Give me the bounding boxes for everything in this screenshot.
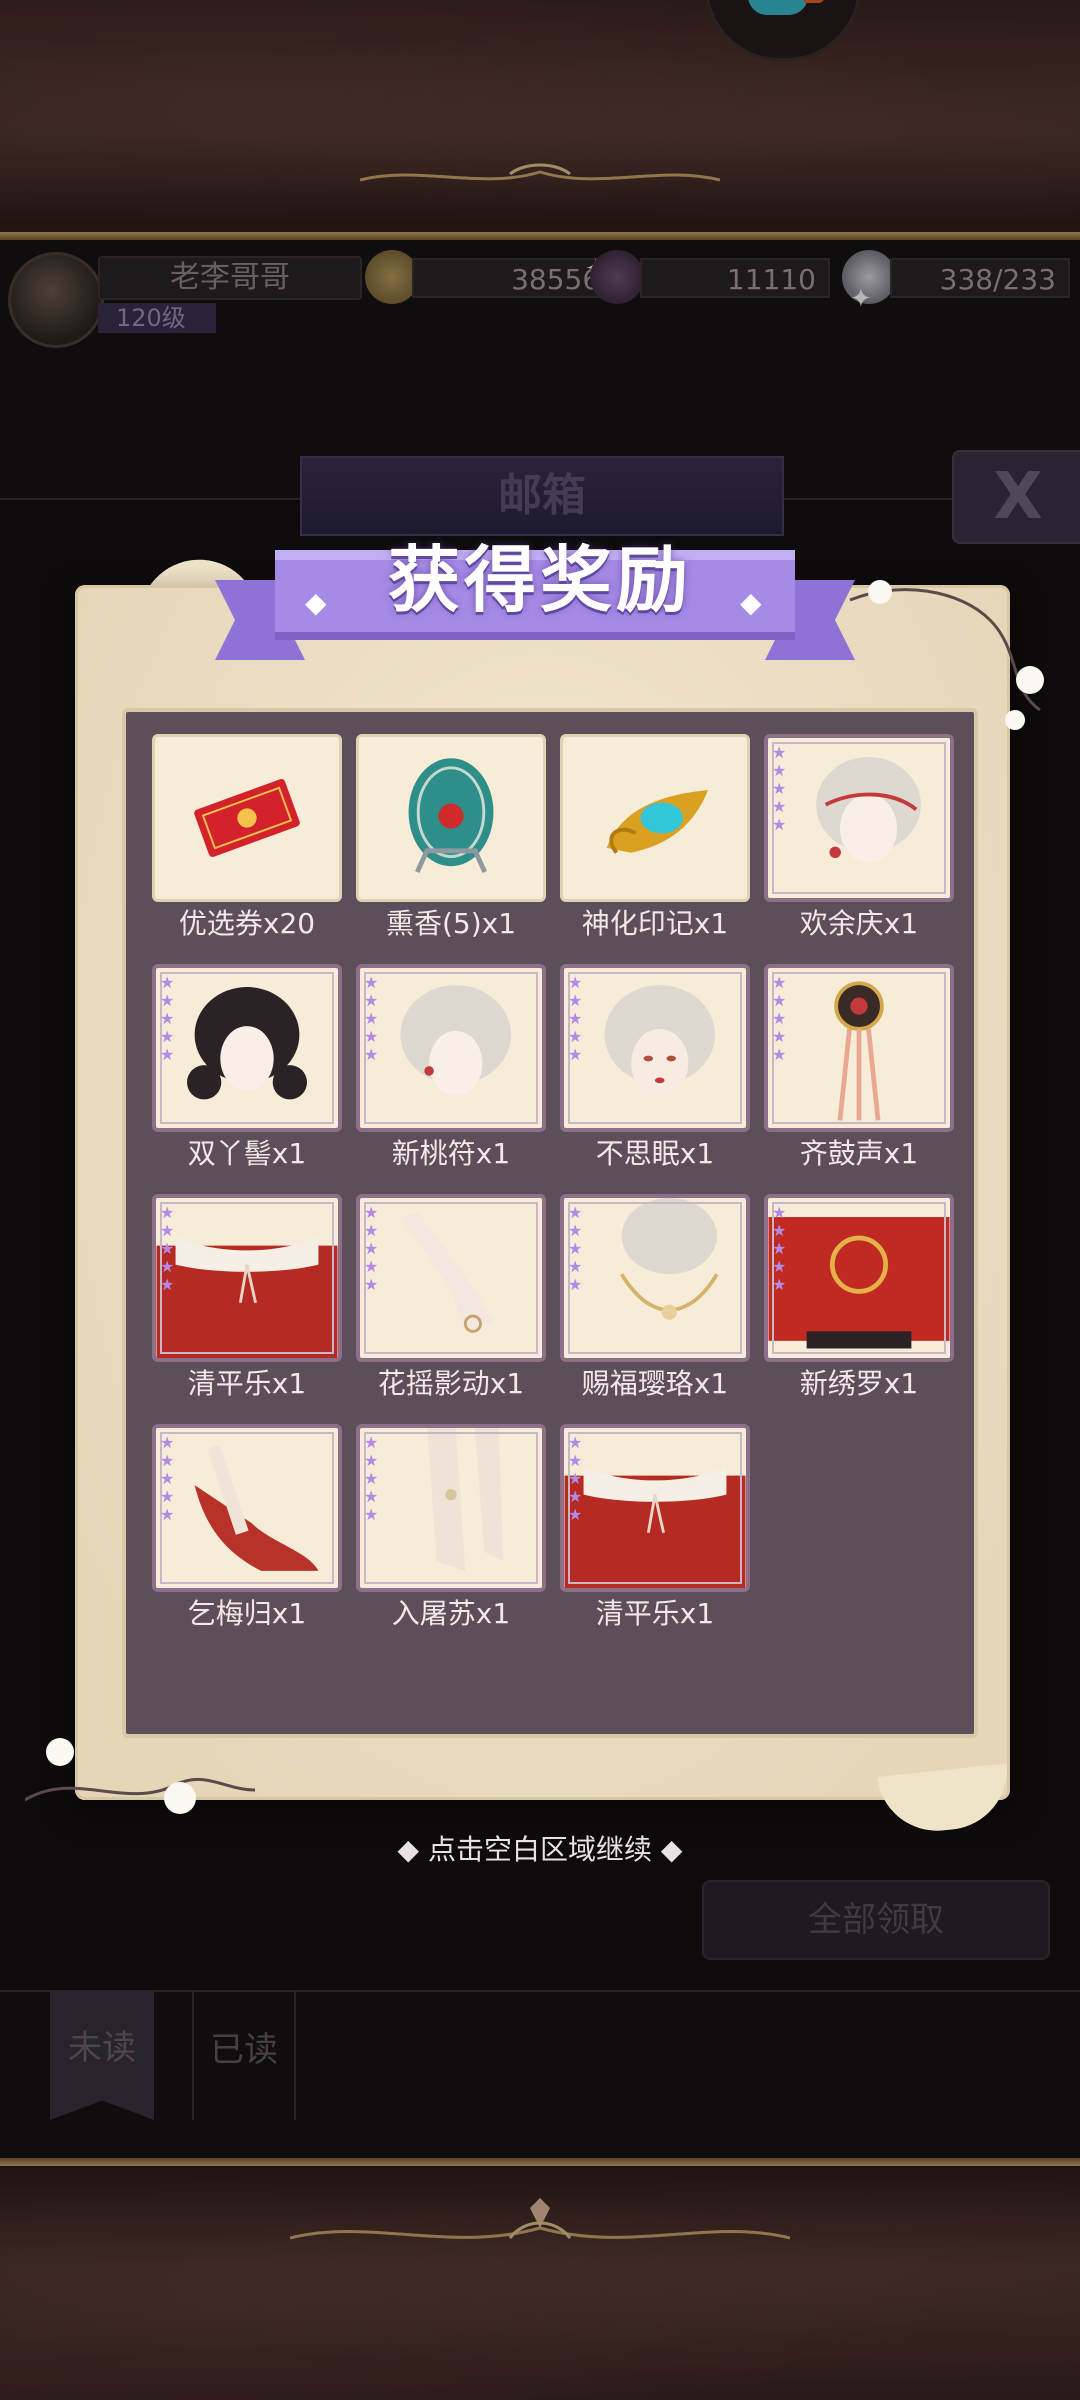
rarity-stars: ★ ★ ★ ★ ★ xyxy=(568,1433,583,1524)
reward-item[interactable]: ★ ★ ★ ★ ★ 入屠苏x1 xyxy=(356,1424,546,1654)
reward-item-label: 齐鼓声x1 xyxy=(799,1137,919,1170)
reward-grid: 优选券x20 熏香(5)x1 神化印记x1 ★ ★ ★ ★ ★ 欢余庆x1 ★ ★ ★ ★ ★ … xyxy=(122,708,978,1738)
reward-item-label: 双丫髻x1 xyxy=(187,1137,307,1170)
reward-item[interactable]: 优选券x20 xyxy=(152,734,342,964)
bracelet-icon: ★ ★ ★ ★ ★ xyxy=(356,1194,546,1362)
reward-item-label: 乞梅归x1 xyxy=(187,1597,307,1630)
rarity-stars: ★ ★ ★ ★ ★ xyxy=(160,973,175,1064)
reward-item[interactable]: ★ ★ ★ ★ ★ 花摇影动x1 xyxy=(356,1194,546,1424)
diamond-bullet-icon: ◆ xyxy=(660,1833,683,1866)
necklace-icon: ★ ★ ★ ★ ★ xyxy=(560,1194,750,1362)
pendant-icon: ★ ★ ★ ★ ★ xyxy=(764,964,954,1132)
rarity-stars: ★ ★ ★ ★ ★ xyxy=(568,1203,583,1294)
headdress-icon: ★ ★ ★ ★ ★ xyxy=(764,734,954,902)
reward-item-label: 熏香(5)x1 xyxy=(385,907,517,940)
stockings-icon: ★ ★ ★ ★ ★ xyxy=(356,1424,546,1592)
reward-item-label: 欢余庆x1 xyxy=(799,907,919,940)
rose-vine-decoration xyxy=(849,580,1044,730)
reward-item[interactable]: ★ ★ ★ ★ ★ 乞梅归x1 xyxy=(152,1424,342,1654)
reward-item[interactable]: ★ ★ ★ ★ ★ 欢余庆x1 xyxy=(764,734,954,964)
diamond-bullet-icon: ◆ xyxy=(397,1833,420,1866)
continue-hint[interactable]: ◆ 点击空白区域继续 ◆ xyxy=(0,1830,1080,1870)
shoes-icon: ★ ★ ★ ★ ★ xyxy=(152,1424,342,1592)
reward-item[interactable]: 熏香(5)x1 xyxy=(356,734,546,964)
reward-item[interactable]: ★ ★ ★ ★ ★ 新绣罗x1 xyxy=(764,1194,954,1424)
continue-hint-text: 点击空白区域继续 xyxy=(427,1833,652,1866)
reward-item-label: 不思眠x1 xyxy=(595,1137,715,1170)
ticket-icon xyxy=(152,734,342,902)
rarity-stars: ★ ★ ★ ★ ★ xyxy=(160,1433,175,1524)
reward-item-label: 新绣罗x1 xyxy=(799,1367,919,1400)
rarity-stars: ★ ★ ★ ★ ★ xyxy=(772,1203,787,1294)
reward-item[interactable]: ★ ★ ★ ★ ★ 赐福璎珞x1 xyxy=(560,1194,750,1424)
rarity-stars: ★ ★ ★ ★ ★ xyxy=(772,743,787,834)
cape-icon: ★ ★ ★ ★ ★ xyxy=(560,1424,750,1592)
reward-item-label: 清平乐x1 xyxy=(187,1367,307,1400)
reward-item[interactable]: ★ ★ ★ ★ ★ 双丫髻x1 xyxy=(152,964,342,1194)
rarity-stars: ★ ★ ★ ★ ★ xyxy=(568,973,583,1064)
reward-item-label: 优选券x20 xyxy=(178,907,316,940)
rarity-stars: ★ ★ ★ ★ ★ xyxy=(364,1433,379,1524)
rarity-stars: ★ ★ ★ ★ ★ xyxy=(772,973,787,1064)
reward-item[interactable]: ★ ★ ★ ★ ★ 齐鼓声x1 xyxy=(764,964,954,1194)
reward-item-label: 入屠苏x1 xyxy=(391,1597,511,1630)
gem-mark-icon xyxy=(560,734,750,902)
reward-title: 获得奖励 xyxy=(387,537,692,622)
dress-icon: ★ ★ ★ ★ ★ xyxy=(764,1194,954,1362)
rarity-stars: ★ ★ ★ ★ ★ xyxy=(160,1203,175,1294)
makeup-icon: ★ ★ ★ ★ ★ xyxy=(560,964,750,1132)
reward-item[interactable]: ★ ★ ★ ★ ★ 新桃符x1 xyxy=(356,964,546,1194)
hair-icon: ★ ★ ★ ★ ★ xyxy=(152,964,342,1132)
rose-vine-decoration xyxy=(25,1738,255,1814)
earring-icon: ★ ★ ★ ★ ★ xyxy=(356,964,546,1132)
reward-item-label: 神化印记x1 xyxy=(581,907,729,940)
reward-item[interactable]: ★ ★ ★ ★ ★ 清平乐x1 xyxy=(152,1194,342,1424)
cape-icon: ★ ★ ★ ★ ★ xyxy=(152,1194,342,1362)
incense-egg-icon xyxy=(356,734,546,902)
reward-item[interactable]: ★ ★ ★ ★ ★ 不思眠x1 xyxy=(560,964,750,1194)
reward-item[interactable]: ★ ★ ★ ★ ★ 清平乐x1 xyxy=(560,1424,750,1654)
reward-item[interactable]: 神化印记x1 xyxy=(560,734,750,964)
rarity-stars: ★ ★ ★ ★ ★ xyxy=(364,1203,379,1294)
reward-item-label: 赐福璎珞x1 xyxy=(581,1367,729,1400)
reward-item-label: 清平乐x1 xyxy=(595,1597,715,1630)
reward-item-label: 新桃符x1 xyxy=(391,1137,511,1170)
reward-item-label: 花摇影动x1 xyxy=(377,1367,525,1400)
rarity-stars: ★ ★ ★ ★ ★ xyxy=(364,973,379,1064)
